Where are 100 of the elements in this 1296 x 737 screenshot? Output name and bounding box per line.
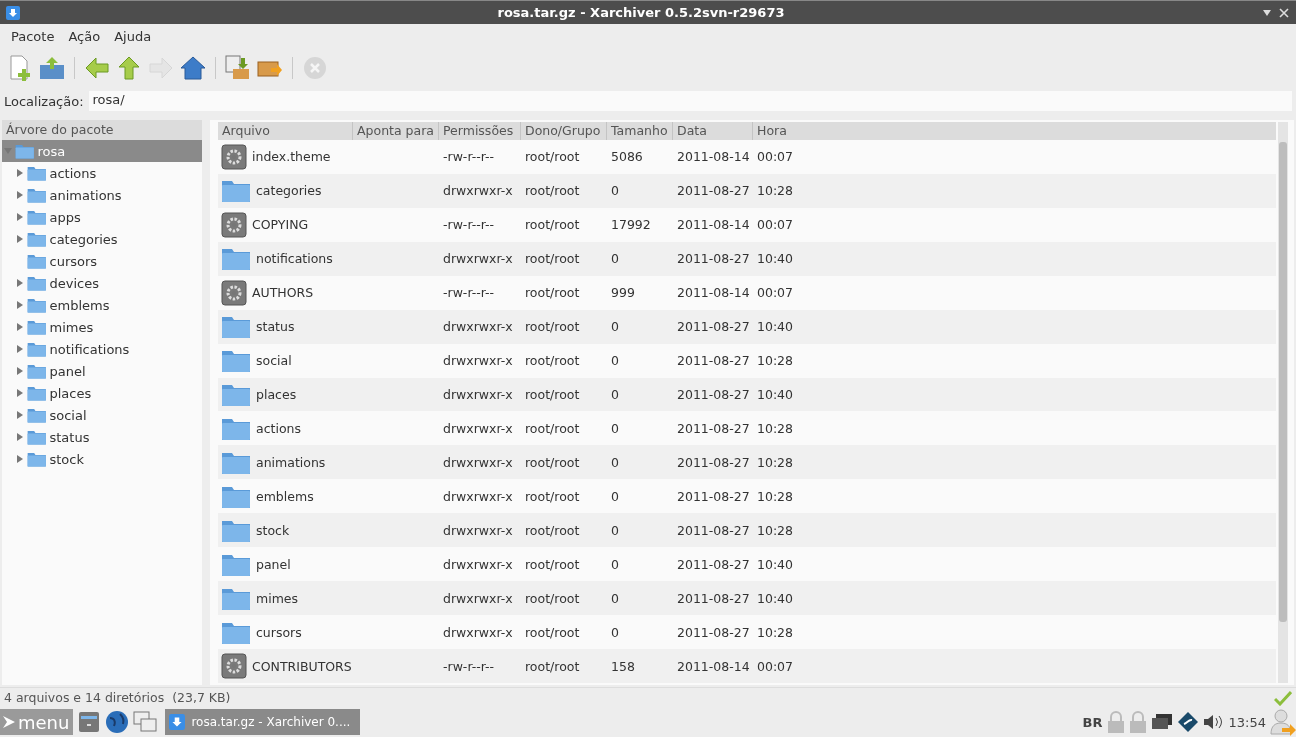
clock[interactable]: 13:54: [1228, 714, 1266, 730]
collapsed-arrow-icon[interactable]: [16, 191, 24, 199]
file-name: index.theme: [252, 149, 331, 165]
column-header[interactable]: Arquivo: [218, 122, 352, 140]
dropdown-caret-icon[interactable]: [1262, 8, 1272, 17]
collapsed-arrow-icon[interactable]: [16, 411, 24, 419]
file-name: AUTHORS: [252, 285, 314, 301]
tree-item[interactable]: status: [2, 426, 202, 448]
table-cell-text: drwxrwxr-x: [442, 488, 514, 504]
table-cell-text: root/root: [524, 658, 581, 674]
tree-item[interactable]: devices: [2, 272, 202, 294]
table-cell-text: 00:07: [756, 285, 795, 301]
tree-item[interactable]: mimes: [2, 316, 202, 338]
menu-item[interactable]: Pacote: [4, 28, 62, 44]
folder-icon: [27, 274, 47, 292]
tree-item[interactable]: stock: [2, 448, 202, 470]
tree-item[interactable]: places: [2, 382, 202, 404]
folder-icon: [27, 340, 47, 358]
gear-file-icon: [221, 211, 247, 238]
file-name: social: [256, 353, 292, 369]
collapsed-arrow-icon[interactable]: [16, 433, 24, 441]
table-cell-text: drwxrwxr-x: [442, 319, 514, 335]
collapsed-arrow-icon[interactable]: [16, 455, 24, 463]
folder-icon: [221, 178, 251, 204]
table-cell-text: 0: [610, 454, 620, 470]
menu-item[interactable]: Ajuda: [107, 28, 159, 44]
file-cabinet-icon[interactable]: [77, 710, 102, 734]
collapsed-arrow-icon[interactable]: [16, 389, 24, 397]
tree-item[interactable]: actions: [2, 162, 202, 184]
folder-icon: [27, 318, 47, 336]
file-name: actions: [256, 420, 301, 436]
table-cell-text: root/root: [524, 454, 581, 470]
folder-icon: [27, 362, 47, 380]
menu-item[interactable]: Ação: [61, 28, 108, 44]
folder-icon: [27, 296, 47, 314]
table-cell-text: 0: [610, 590, 620, 606]
table-cell-text: 10:28: [756, 420, 795, 436]
file-name: panel: [256, 556, 291, 572]
table-cell-text: 10:28: [756, 183, 795, 199]
folder-icon: [27, 406, 47, 424]
close-icon[interactable]: [1278, 6, 1290, 19]
tree-item[interactable]: notifications: [2, 338, 202, 360]
tree-item[interactable]: apps: [2, 206, 202, 228]
collapsed-arrow-icon[interactable]: [16, 323, 24, 331]
collapsed-arrow-icon[interactable]: [16, 345, 24, 353]
table-cell-text: drwxrwxr-x: [442, 183, 514, 199]
collapsed-arrow-icon[interactable]: [16, 367, 24, 375]
collapsed-arrow-icon[interactable]: [16, 279, 24, 287]
table-cell-text: 10:28: [756, 624, 795, 640]
collapsed-arrow-icon[interactable]: [16, 235, 24, 243]
user-switch-icon[interactable]: [1270, 708, 1296, 736]
folder-icon: [27, 252, 47, 270]
collapsed-arrow-icon[interactable]: [16, 301, 24, 309]
tree-item[interactable]: cursors: [2, 250, 202, 272]
globe-icon[interactable]: [105, 710, 130, 734]
column-header[interactable]: Aponta para: [352, 122, 438, 140]
table-cell-text: root/root: [524, 319, 581, 335]
column-header[interactable]: Data: [672, 122, 752, 140]
table-cell-text: root/root: [524, 183, 581, 199]
table-cell-text: 5086: [610, 149, 644, 165]
tree-item[interactable]: panel: [2, 360, 202, 382]
column-header[interactable]: Dono/Grupo: [520, 122, 606, 140]
table-cell-text: 2011-08-27: [676, 387, 751, 402]
table-cell-text: 2011-08-27: [676, 353, 751, 369]
table-cell-text: 10:40: [756, 556, 795, 572]
table-cell-text: drwxrwxr-x: [442, 251, 514, 267]
diamond-app-icon[interactable]: [1176, 711, 1199, 733]
collapsed-arrow-icon[interactable]: [16, 213, 24, 221]
table-cell-text: 10:40: [756, 319, 795, 335]
table-cell-text: drwxrwxr-x: [442, 454, 514, 470]
table-cell-text: 10:28: [756, 454, 795, 470]
table-cell-text: 0: [610, 556, 620, 572]
column-header[interactable]: Hora: [752, 122, 1276, 140]
table-cell-text: -rw-r--r--: [442, 658, 496, 674]
location-label: Localização:: [4, 93, 84, 109]
gear-file-icon: [221, 279, 247, 306]
tree-item-label: animations: [49, 187, 122, 203]
table-cell-text: drwxrwxr-x: [442, 387, 514, 402]
volume-icon[interactable]: [1202, 714, 1225, 730]
table-cell-text: root/root: [524, 149, 581, 165]
table-cell-text: 2011-08-27: [676, 319, 751, 335]
tree-header: Árvore do pacote: [2, 120, 202, 140]
tree-item[interactable]: social: [2, 404, 202, 426]
network-icon[interactable]: [1150, 713, 1173, 731]
tree-item[interactable]: animations: [2, 184, 202, 206]
column-header[interactable]: Permissões: [438, 122, 520, 140]
file-name: notifications: [256, 251, 333, 267]
column-header[interactable]: Tamanho: [606, 122, 672, 140]
table-cell-text: 2011-08-27: [676, 522, 751, 538]
tree-item-label: cursors: [49, 253, 98, 269]
tree-item-label: mimes: [49, 319, 94, 335]
tree-item-label: apps: [49, 209, 81, 225]
scrollbar[interactable]: [1278, 122, 1288, 683]
table-cell-text: 0: [610, 522, 620, 538]
location-field[interactable]: rosa/: [88, 91, 1292, 111]
tree-item[interactable]: categories: [2, 228, 202, 250]
keyboard-layout[interactable]: BR: [1082, 714, 1103, 730]
collapsed-arrow-icon[interactable]: [16, 169, 24, 177]
window-title: rosa.tar.gz - Xarchiver 0.5.2svn-r29673: [496, 5, 786, 20]
tree-item[interactable]: emblems: [2, 294, 202, 316]
